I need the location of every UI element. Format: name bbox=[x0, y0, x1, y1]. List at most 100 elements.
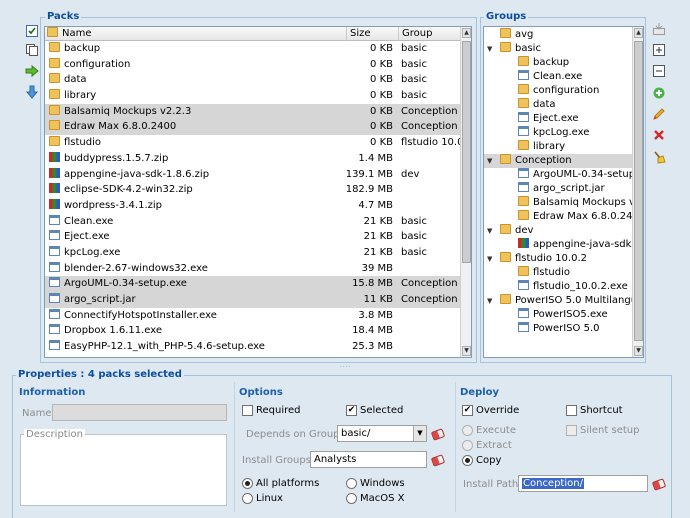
check-list-icon[interactable] bbox=[25, 24, 39, 38]
column-header-name[interactable]: Name bbox=[45, 27, 347, 41]
tree-item[interactable]: Edraw Max 6.8.0.2400 bbox=[484, 210, 643, 224]
column-header-size[interactable]: Size bbox=[347, 27, 399, 41]
expander-arrow-icon[interactable]: ▼ bbox=[487, 154, 497, 168]
splitter-handle[interactable]: .... bbox=[340, 363, 351, 369]
pack-name: argo_script.jar bbox=[64, 294, 136, 305]
tree-item[interactable]: ▼ flstudio 10.0.2 bbox=[484, 252, 634, 266]
groups-tree[interactable]: avg ▼ basic backup Clean.exe configuration dat… bbox=[483, 26, 644, 358]
tree-item[interactable]: PowerISO5.exe bbox=[484, 308, 634, 322]
depends-on-group-select[interactable]: basic/ ▼ bbox=[337, 425, 427, 442]
expand-icon[interactable] bbox=[652, 43, 666, 57]
tree-item[interactable]: ArgoUML-0.34-setup.e bbox=[484, 168, 643, 182]
import-icon[interactable] bbox=[652, 22, 666, 36]
table-row[interactable]: Eject.exe 21 KB basic bbox=[45, 229, 463, 245]
extract-radio[interactable] bbox=[462, 440, 473, 451]
table-row[interactable]: buddypress.1.5.7.zip 1.4 MB bbox=[45, 151, 463, 167]
table-row[interactable]: configuration 0 KB basic bbox=[45, 57, 463, 73]
scroll-up-arrow[interactable]: ▲ bbox=[462, 28, 471, 38]
selected-checkbox[interactable]: ✔ bbox=[346, 405, 357, 416]
linux-radio[interactable] bbox=[242, 493, 253, 504]
tree-item[interactable]: flstudio_10.0.2.exe bbox=[484, 280, 634, 294]
install-path-input[interactable]: Conception/ bbox=[518, 475, 648, 492]
table-row[interactable]: backup 0 KB basic bbox=[45, 41, 463, 57]
scroll-down-arrow[interactable]: ▼ bbox=[462, 346, 471, 356]
table-row[interactable]: Clean.exe 21 KB basic bbox=[45, 214, 463, 230]
tree-item[interactable]: appengine-java-sdk-1 bbox=[484, 238, 641, 252]
tree-item[interactable]: avg bbox=[484, 28, 634, 42]
table-row[interactable]: Dropbox 1.6.11.exe 18.4 MB bbox=[45, 323, 463, 339]
delete-icon[interactable] bbox=[652, 128, 666, 142]
tree-item[interactable]: flstudio bbox=[484, 266, 634, 280]
pack-group: basic bbox=[401, 74, 427, 86]
collapse-icon[interactable] bbox=[652, 64, 666, 78]
override-checkbox[interactable]: ✔ bbox=[462, 405, 473, 416]
copy-radio[interactable] bbox=[462, 455, 473, 466]
clean-icon[interactable] bbox=[652, 150, 666, 164]
install-groups-input[interactable]: Analysts bbox=[310, 451, 427, 468]
table-row[interactable]: Balsamiq Mockups v2.2.3 0 KB Conception bbox=[45, 103, 463, 120]
pack-name: wordpress-3.4.1.zip bbox=[64, 199, 162, 211]
description-box[interactable] bbox=[20, 434, 227, 506]
required-checkbox[interactable] bbox=[242, 405, 253, 416]
table-row[interactable]: EasyPHP-12.1_with_PHP-5.4.6-setup.exe 25.… bbox=[45, 339, 463, 355]
install-groups-label: Install Groups bbox=[242, 455, 311, 466]
copy-icon[interactable] bbox=[25, 43, 39, 57]
shortcut-checkbox[interactable] bbox=[566, 405, 577, 416]
tree-item[interactable]: configuration bbox=[484, 84, 634, 98]
table-row[interactable]: data 0 KB basic bbox=[45, 72, 463, 88]
execute-radio[interactable] bbox=[462, 425, 473, 436]
table-row[interactable]: kpcLog.exe 21 KB basic bbox=[45, 245, 463, 261]
pack-group bbox=[401, 339, 465, 355]
tree-item[interactable]: ▼ Conception bbox=[484, 154, 634, 168]
table-row[interactable]: eclipse-SDK-4.2-win32.zip 182.9 MB bbox=[45, 182, 463, 198]
table-row[interactable]: appengine-java-sdk-1.8.6.zip 139.1 MB dev bbox=[45, 167, 463, 183]
folder-icon bbox=[47, 27, 58, 37]
silent-setup-checkbox[interactable] bbox=[566, 425, 577, 436]
tree-item-label: Clean.exe bbox=[533, 71, 583, 82]
table-row[interactable]: wordpress-3.4.1.zip 4.7 MB bbox=[45, 198, 463, 214]
tree-item[interactable]: kpcLog.exe bbox=[484, 126, 634, 140]
tree-item[interactable]: argo_script.jar bbox=[484, 182, 634, 196]
macos-radio[interactable] bbox=[346, 493, 357, 504]
tree-item[interactable]: Balsamiq Mockups v2. bbox=[484, 196, 643, 210]
name-input[interactable] bbox=[52, 404, 227, 421]
tree-item[interactable]: ▼ basic bbox=[484, 42, 634, 56]
tree-item[interactable]: Clean.exe bbox=[484, 70, 634, 84]
tree-item[interactable]: library bbox=[484, 140, 634, 154]
expander-arrow-icon[interactable]: ▼ bbox=[487, 294, 497, 308]
table-row[interactable]: library 0 KB basic bbox=[45, 88, 463, 104]
table-row[interactable]: ArgoUML-0.34-setup.exe 15.8 MB Conception bbox=[45, 276, 463, 292]
tree-item[interactable]: PowerISO 5.0 bbox=[484, 322, 634, 336]
chevron-down-icon[interactable]: ▼ bbox=[413, 426, 426, 441]
tree-item[interactable]: ▼ dev bbox=[484, 224, 634, 238]
windows-radio[interactable] bbox=[346, 478, 357, 489]
table-row[interactable]: flstudio 0 KB flstudio 10.0 bbox=[45, 135, 463, 151]
scroll-thumb[interactable] bbox=[462, 41, 471, 263]
table-row[interactable]: Edraw Max 6.8.0.2400 0 KB Conception bbox=[45, 119, 463, 136]
table-row[interactable]: ConnectifyHotspotInstaller.exe 3.8 MB bbox=[45, 308, 463, 324]
groups-scrollbar[interactable]: ▲ ▼ bbox=[632, 27, 643, 357]
expander-arrow-icon[interactable]: ▼ bbox=[487, 252, 497, 266]
packs-scrollbar[interactable]: ▲ ▼ bbox=[460, 27, 471, 357]
scroll-up-arrow[interactable]: ▲ bbox=[634, 28, 643, 38]
arrow-right-icon[interactable] bbox=[25, 64, 39, 78]
expander-arrow-icon[interactable]: ▼ bbox=[487, 224, 497, 238]
table-row[interactable]: argo_script.jar 11 KB Conception bbox=[45, 292, 463, 308]
edit-icon[interactable] bbox=[652, 107, 666, 121]
pack-group bbox=[401, 261, 465, 277]
column-header-group[interactable]: Group bbox=[399, 27, 463, 41]
tree-item[interactable]: ▼ PowerISO 5.0 Multilanguag bbox=[484, 294, 643, 308]
scroll-down-arrow[interactable]: ▼ bbox=[634, 346, 643, 356]
tree-item[interactable]: Eject.exe bbox=[484, 112, 634, 126]
arrow-down-icon[interactable] bbox=[25, 85, 39, 99]
scroll-thumb[interactable] bbox=[634, 41, 643, 341]
tree-item[interactable]: data bbox=[484, 98, 634, 112]
expander-arrow-icon[interactable]: ▼ bbox=[487, 42, 497, 56]
table-row[interactable]: blender-2.67-windows32.exe 39 MB bbox=[45, 261, 463, 277]
packs-table[interactable]: Name Size Group backup 0 KB basic configura… bbox=[44, 26, 472, 358]
all-platforms-radio[interactable] bbox=[242, 478, 253, 489]
pack-name-cell: Balsamiq Mockups v2.2.3 bbox=[49, 104, 345, 120]
tree-item[interactable]: backup bbox=[484, 56, 634, 70]
packs-table-body: backup 0 KB basic configuration 0 KB basic dat… bbox=[45, 41, 463, 355]
add-icon[interactable] bbox=[652, 86, 666, 100]
